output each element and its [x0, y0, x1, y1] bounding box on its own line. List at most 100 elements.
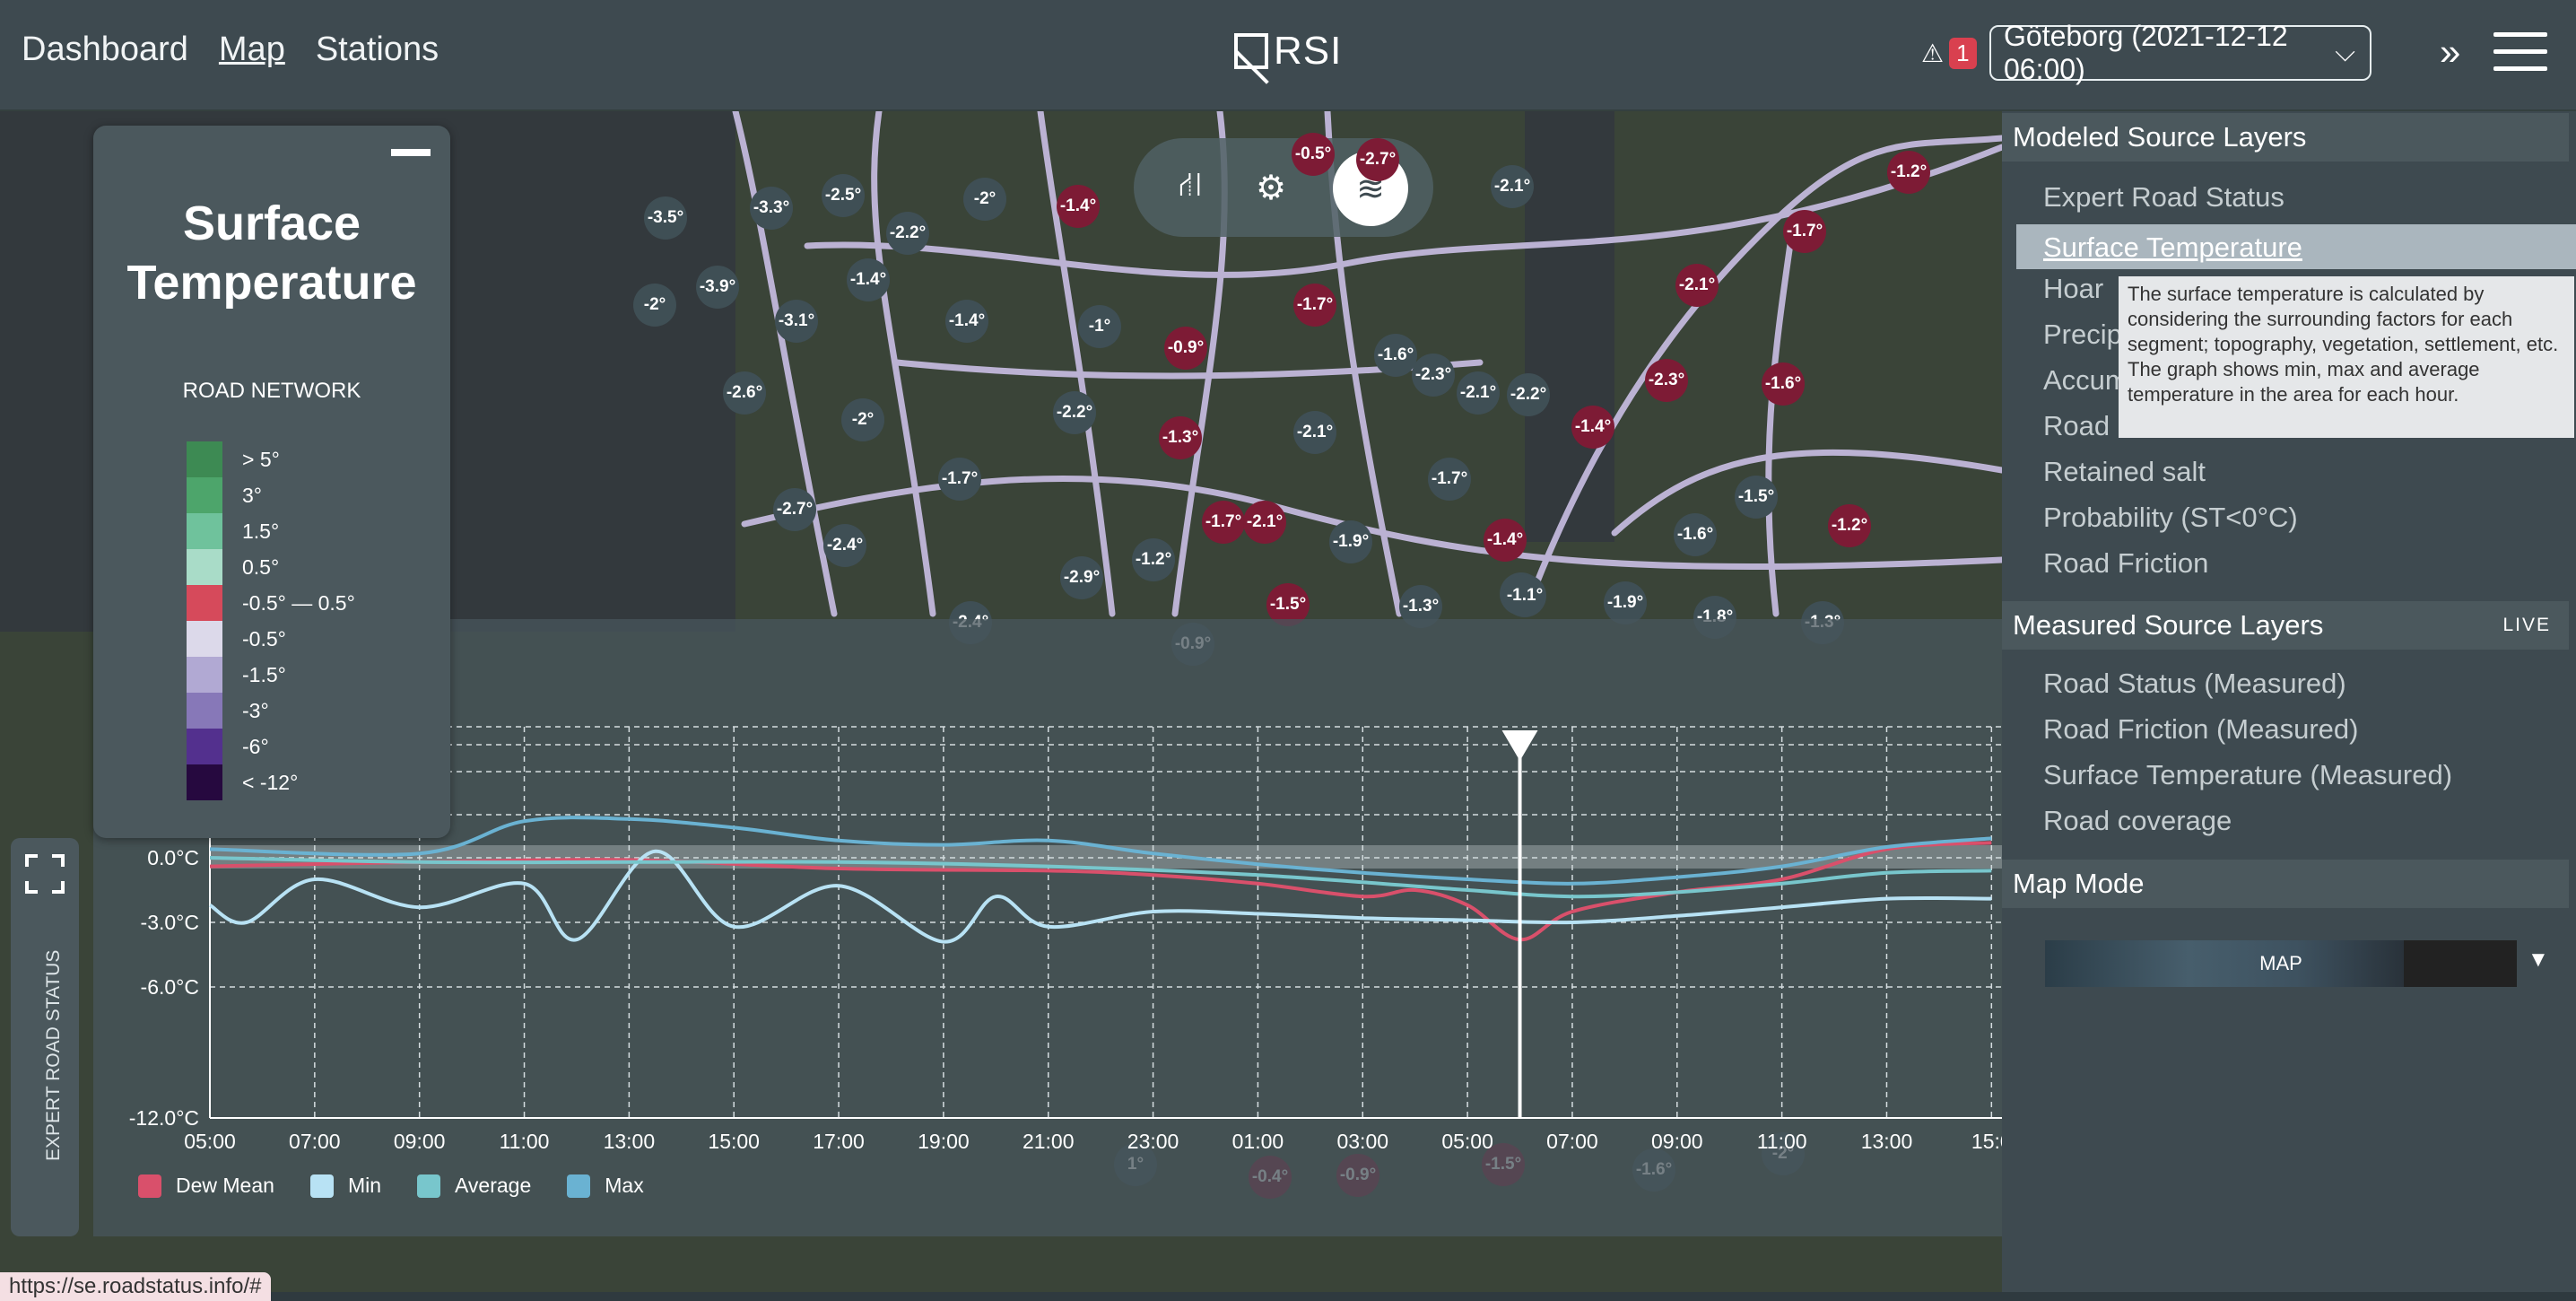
x-tick-label: 05:00: [1441, 1130, 1493, 1153]
temperature-marker[interactable]: -1.7°: [1293, 284, 1336, 327]
caret-down-icon[interactable]: ▼: [2528, 947, 2549, 973]
temperature-marker[interactable]: -1.6°: [1674, 513, 1717, 556]
temperature-marker[interactable]: -1.4°: [847, 258, 890, 301]
temperature-marker[interactable]: -0.9°: [1164, 327, 1207, 370]
temperature-marker[interactable]: -1.9°: [1604, 581, 1647, 624]
alert-indicator[interactable]: ⚠ 1: [1921, 38, 1977, 69]
legend-row: > 5°: [187, 441, 355, 477]
temperature-marker[interactable]: -2.2°: [1053, 391, 1096, 434]
temperature-marker[interactable]: -1.2°: [1132, 538, 1175, 581]
y-tick-label: -6.0°C: [141, 975, 199, 999]
legend-label: 1.5°: [242, 519, 280, 543]
temperature-marker[interactable]: -0.5°: [1292, 133, 1335, 176]
current-time-handle: [1501, 730, 1538, 761]
temperature-marker[interactable]: -2.1°: [1243, 501, 1286, 544]
temperature-marker[interactable]: -1.4°: [1571, 406, 1614, 449]
nav-dashboard[interactable]: Dashboard: [22, 31, 188, 69]
temperature-marker[interactable]: -2°: [633, 284, 676, 327]
legend-label: 3°: [242, 483, 262, 507]
chart-legend-item[interactable]: Average: [417, 1174, 531, 1198]
temperature-marker[interactable]: -1.7°: [1202, 501, 1245, 544]
temperature-marker[interactable]: -2.3°: [1412, 354, 1455, 397]
layer-tooltip: The surface temperature is calculated by…: [2119, 276, 2574, 438]
temperature-marker[interactable]: -1.6°: [1374, 334, 1417, 377]
chart-legend-item[interactable]: Min: [309, 1174, 381, 1198]
temperature-marker[interactable]: -1.4°: [945, 300, 988, 343]
temperature-marker[interactable]: -2.9°: [1060, 556, 1103, 599]
temperature-marker[interactable]: -2°: [841, 398, 884, 441]
layer-surface-temperature[interactable]: Surface Temperature: [2016, 224, 2576, 269]
legend-swatch: [187, 693, 222, 729]
legend-label: -6°: [242, 734, 269, 758]
chart-legend: Dew Mean Min Average Max: [138, 1174, 644, 1198]
layer-road-friction-measured[interactable]: Road Friction (Measured): [2043, 713, 2358, 746]
layer-road-status-measured[interactable]: Road Status (Measured): [2043, 668, 2346, 700]
legend-label: -0.5° — 0.5°: [242, 590, 355, 615]
surface-temperature-legend: Surface Temperature ROAD NETWORK > 5° 3° 1.…: [93, 126, 450, 838]
temperature-marker[interactable]: -3.3°: [750, 187, 793, 230]
temperature-marker[interactable]: -2.2°: [886, 212, 929, 255]
temperature-marker[interactable]: -2.3°: [1645, 359, 1688, 402]
x-tick-label: 01:00: [1232, 1130, 1284, 1153]
temperature-marker[interactable]: -1.7°: [938, 458, 981, 501]
tractor-icon[interactable]: ⚙: [1241, 158, 1301, 217]
temperature-marker[interactable]: -1.5°: [1735, 476, 1778, 519]
temperature-marker[interactable]: -2.7°: [1356, 138, 1399, 181]
temperature-marker[interactable]: -2.7°: [773, 488, 816, 531]
temperature-marker[interactable]: -2.1°: [1675, 264, 1719, 307]
temperature-marker[interactable]: -1.2°: [1828, 504, 1871, 547]
layer-retained-salt[interactable]: Retained salt: [2043, 456, 2206, 488]
temperature-marker[interactable]: -3.9°: [696, 266, 739, 309]
layer-road[interactable]: Road: [2043, 410, 2110, 442]
road-icon[interactable]: ⛙: [1161, 158, 1220, 217]
nav-map[interactable]: Map: [219, 31, 285, 69]
legend-swatch: [187, 764, 222, 800]
layer-probability[interactable]: Probability (ST<0°C): [2043, 502, 2298, 534]
temperature-marker[interactable]: -2.6°: [723, 371, 766, 415]
temperature-marker[interactable]: -2.1°: [1293, 411, 1336, 454]
chart-legend-item[interactable]: Dew Mean: [138, 1174, 274, 1198]
temperature-marker[interactable]: -3.1°: [775, 300, 818, 343]
temperature-marker[interactable]: -1.3°: [1159, 416, 1202, 459]
layer-expert-road-status[interactable]: Expert Road Status: [2043, 181, 2284, 214]
temperature-marker[interactable]: -2.2°: [1507, 373, 1550, 416]
temperature-marker[interactable]: -2.4°: [823, 524, 866, 567]
temperature-marker[interactable]: -1.2°: [1887, 151, 1930, 194]
temperature-marker[interactable]: -3.5°: [644, 196, 687, 240]
temperature-marker[interactable]: -1.7°: [1428, 458, 1471, 501]
temperature-marker[interactable]: -2.1°: [1457, 371, 1500, 415]
temperature-marker[interactable]: -2.1°: [1491, 165, 1534, 208]
y-tick-label: -3.0°C: [141, 911, 199, 934]
layer-hoar[interactable]: Hoar: [2043, 273, 2103, 305]
nav-stations[interactable]: Stations: [316, 31, 439, 69]
temperature-marker[interactable]: -1.6°: [1762, 362, 1805, 406]
temperature-marker[interactable]: -1.1°: [1503, 574, 1546, 617]
temperature-marker[interactable]: -1°: [1078, 305, 1121, 348]
layer-accum[interactable]: Accum: [2043, 364, 2128, 397]
layer-precip[interactable]: Precip: [2043, 319, 2122, 351]
temperature-marker[interactable]: -1.4°: [1057, 185, 1100, 228]
legend-color-swatch: [417, 1174, 440, 1198]
legend-subtitle: ROAD NETWORK: [182, 379, 361, 403]
temperature-marker[interactable]: -1.4°: [1484, 519, 1527, 562]
layer-road-coverage[interactable]: Road coverage: [2043, 805, 2232, 837]
location-select[interactable]: Göteborg (2021-12-12 06:00) ⌵: [1989, 20, 2371, 85]
temperature-marker[interactable]: -1.9°: [1329, 520, 1372, 563]
temperature-marker[interactable]: -2°: [963, 178, 1006, 221]
live-badge: LIVE: [2502, 615, 2551, 635]
map-mode-select[interactable]: MAP: [2045, 940, 2517, 987]
map-mode-thumbnail: [2045, 940, 2404, 987]
double-chevron-right-icon[interactable]: »: [2440, 31, 2460, 74]
layer-road-friction[interactable]: Road Friction: [2043, 547, 2208, 580]
layer-surface-temperature-measured[interactable]: Surface Temperature (Measured): [2043, 759, 2452, 791]
fullscreen-icon[interactable]: [25, 854, 65, 894]
x-tick-label: 17:00: [813, 1130, 865, 1153]
x-tick-label: 03:00: [1336, 1130, 1388, 1153]
temperature-marker[interactable]: -1.7°: [1783, 210, 1826, 253]
temperature-marker[interactable]: -2.5°: [822, 174, 865, 217]
map-mode-header: Map Mode: [2002, 860, 2569, 908]
minimize-icon[interactable]: [391, 149, 431, 156]
chart-legend-item[interactable]: Max: [567, 1174, 644, 1198]
hamburger-menu-icon[interactable]: [2493, 32, 2547, 72]
expert-road-status-strip[interactable]: EXPERT ROAD STATUS: [11, 838, 79, 1236]
